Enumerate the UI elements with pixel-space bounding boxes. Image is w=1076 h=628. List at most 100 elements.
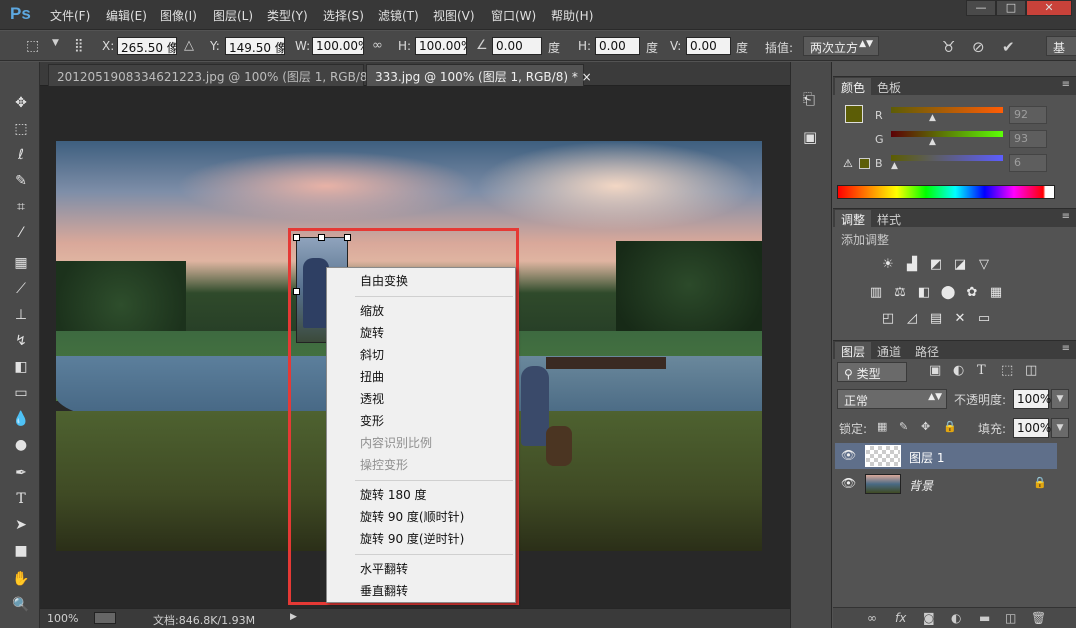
tab-styles[interactable]: 样式 xyxy=(871,210,907,227)
close-window-button[interactable]: ✕ xyxy=(1026,0,1072,16)
color-spectrum-ramp[interactable] xyxy=(837,185,1055,199)
tab-document-1[interactable]: 2012051908334621223.jpg @ 100% (图层 1, RG… xyxy=(48,64,396,86)
shape-filter-icon[interactable]: ⬚ xyxy=(1001,363,1013,378)
move-tool-icon[interactable]: ✥ xyxy=(12,94,30,112)
marquee-tool-icon[interactable]: ⬚ xyxy=(12,120,30,138)
tab-adjustments[interactable]: 调整 xyxy=(835,210,872,227)
blur-tool-icon[interactable]: 💧 xyxy=(12,410,30,428)
color-lookup-icon[interactable]: ▦ xyxy=(987,285,1005,301)
shape-tool-icon[interactable]: ■ xyxy=(12,542,30,560)
cancel-transform-icon[interactable]: ⊘ xyxy=(972,38,985,56)
b-value[interactable]: 6 xyxy=(1009,154,1047,172)
menu-item-perspective[interactable]: 透视 xyxy=(360,389,384,409)
levels-icon[interactable]: ▟ xyxy=(903,257,921,273)
menu-filter[interactable]: 滤镜(T) xyxy=(378,7,419,24)
chevron-down-icon[interactable]: ▼ xyxy=(52,38,59,48)
r-value[interactable]: 92 xyxy=(1009,106,1047,124)
crop-tool-icon[interactable]: ⌗ xyxy=(12,198,30,216)
healing-brush-tool-icon[interactable]: ▦ xyxy=(12,254,30,272)
vskew-input[interactable]: 0.00 xyxy=(686,37,731,55)
x-input[interactable]: 265.50 像 xyxy=(117,37,177,55)
black-white-icon[interactable]: ◧ xyxy=(915,285,933,301)
menu-item-rotate-90-ccw[interactable]: 旋转 90 度(逆时针) xyxy=(360,529,464,549)
smart-object-filter-icon[interactable]: ◫ xyxy=(1025,363,1037,378)
r-slider-thumb[interactable]: ▲ xyxy=(929,113,936,123)
selective-color-icon[interactable]: ✕ xyxy=(951,311,969,327)
exposure-icon[interactable]: ◪ xyxy=(951,257,969,273)
visibility-eye-icon[interactable]: 👁 xyxy=(841,448,856,462)
vibrance-icon[interactable]: ▽ xyxy=(975,257,993,273)
status-arrow-icon[interactable]: ▶ xyxy=(290,612,297,622)
menu-help[interactable]: 帮助(H) xyxy=(551,7,593,24)
new-layer-icon[interactable]: ◫ xyxy=(1005,611,1016,625)
menu-edit[interactable]: 编辑(E) xyxy=(106,7,147,24)
layer-filter-select[interactable]: ⚲ 类型 xyxy=(837,362,907,382)
hskew-input[interactable]: 0.00 xyxy=(595,37,640,55)
path-select-tool-icon[interactable]: ➤ xyxy=(12,516,30,534)
g-value[interactable]: 93 xyxy=(1009,130,1047,148)
menu-item-free-transform[interactable]: 自由变换 xyxy=(360,271,408,291)
menu-type[interactable]: 类型(Y) xyxy=(267,7,308,24)
menu-item-flip-vertical[interactable]: 垂直翻转 xyxy=(360,581,408,601)
menu-item-scale[interactable]: 缩放 xyxy=(360,301,384,321)
brush-tool-icon[interactable]: ⟋ xyxy=(12,280,30,298)
b-slider[interactable] xyxy=(891,155,1003,161)
link-layers-icon[interactable]: ∞ xyxy=(867,611,877,625)
zoom-tool-icon[interactable]: 🔍 xyxy=(12,596,30,614)
history-panel-icon[interactable]: ⎗ xyxy=(803,90,815,108)
hue-saturation-icon[interactable]: ▥ xyxy=(867,285,885,301)
angle-input[interactable]: 0.00 xyxy=(492,37,542,55)
eyedropper-tool-icon[interactable]: ⁄ xyxy=(12,224,30,242)
menu-item-rotate[interactable]: 旋转 xyxy=(360,323,384,343)
status-icon[interactable] xyxy=(94,612,116,624)
eraser-tool-icon[interactable]: ◧ xyxy=(12,358,30,376)
menu-item-warp[interactable]: 变形 xyxy=(360,411,384,431)
g-slider[interactable] xyxy=(891,131,1003,137)
opacity-input[interactable]: 100% xyxy=(1013,389,1051,409)
adjustment-filter-icon[interactable]: ◐ xyxy=(953,363,964,378)
quick-select-tool-icon[interactable]: ✎ xyxy=(12,172,30,190)
menu-item-flip-horizontal[interactable]: 水平翻转 xyxy=(360,559,408,579)
tab-paths[interactable]: 路径 xyxy=(909,342,945,359)
invert-icon[interactable]: ◰ xyxy=(879,311,897,327)
hand-tool-icon[interactable]: ✋ xyxy=(12,570,30,588)
layer-row-background[interactable]: 👁 背景 🔒 xyxy=(835,471,1057,497)
y-input[interactable]: 149.50 像 xyxy=(225,37,285,55)
link-icon[interactable]: ∞ xyxy=(372,38,383,53)
menu-item-rotate-180[interactable]: 旋转 180 度 xyxy=(360,485,427,505)
g-slider-thumb[interactable]: ▲ xyxy=(929,137,936,147)
pen-tool-icon[interactable]: ✒ xyxy=(12,464,30,482)
lock-all-icon[interactable]: 🔒 xyxy=(943,420,957,433)
gamut-swatch[interactable] xyxy=(859,158,870,169)
menu-file[interactable]: 文件(F) xyxy=(50,7,90,24)
layer-style-icon[interactable]: fx xyxy=(895,611,906,625)
dodge-tool-icon[interactable]: ● xyxy=(12,436,30,454)
visibility-eye-icon[interactable]: 👁 xyxy=(841,476,856,490)
photo-filter-icon[interactable]: ⬤ xyxy=(939,285,957,301)
menu-select[interactable]: 选择(S) xyxy=(323,7,364,24)
color-balance-icon[interactable]: ⚖ xyxy=(891,285,909,301)
panel-menu-icon[interactable]: ≡ xyxy=(1062,211,1070,222)
panel-menu-icon[interactable]: ≡ xyxy=(1062,79,1070,90)
tab-swatches[interactable]: 色板 xyxy=(871,78,907,95)
gradient-tool-icon[interactable]: ▭ xyxy=(12,384,30,402)
threshold-icon[interactable]: ▤ xyxy=(927,311,945,327)
properties-panel-icon[interactable]: ▣ xyxy=(803,128,817,146)
r-slider[interactable] xyxy=(891,107,1003,113)
layer-name[interactable]: 图层 1 xyxy=(909,449,944,466)
layer-name[interactable]: 背景 xyxy=(909,477,933,494)
panel-menu-icon[interactable]: ≡ xyxy=(1062,343,1070,354)
new-group-icon[interactable]: ▬ xyxy=(979,611,990,625)
reference-point-icon[interactable]: ⣿ xyxy=(74,38,84,53)
opacity-dropdown[interactable]: ▼ xyxy=(1051,389,1069,409)
maximize-button[interactable]: □ xyxy=(996,0,1026,16)
layer-row-layer1[interactable]: 👁 图层 1 xyxy=(835,443,1057,469)
menu-view[interactable]: 视图(V) xyxy=(433,7,475,24)
menu-item-rotate-90-cw[interactable]: 旋转 90 度(顺时针) xyxy=(360,507,464,527)
delta-icon[interactable]: △ xyxy=(184,38,194,53)
warning-icon[interactable]: ⚠ xyxy=(843,157,853,170)
lock-position-icon[interactable]: ✥ xyxy=(921,420,930,433)
delete-layer-icon[interactable]: 🗑 xyxy=(1031,611,1046,625)
lock-paint-icon[interactable]: ✎ xyxy=(899,420,908,433)
stamp-tool-icon[interactable]: ⊥ xyxy=(12,306,30,324)
